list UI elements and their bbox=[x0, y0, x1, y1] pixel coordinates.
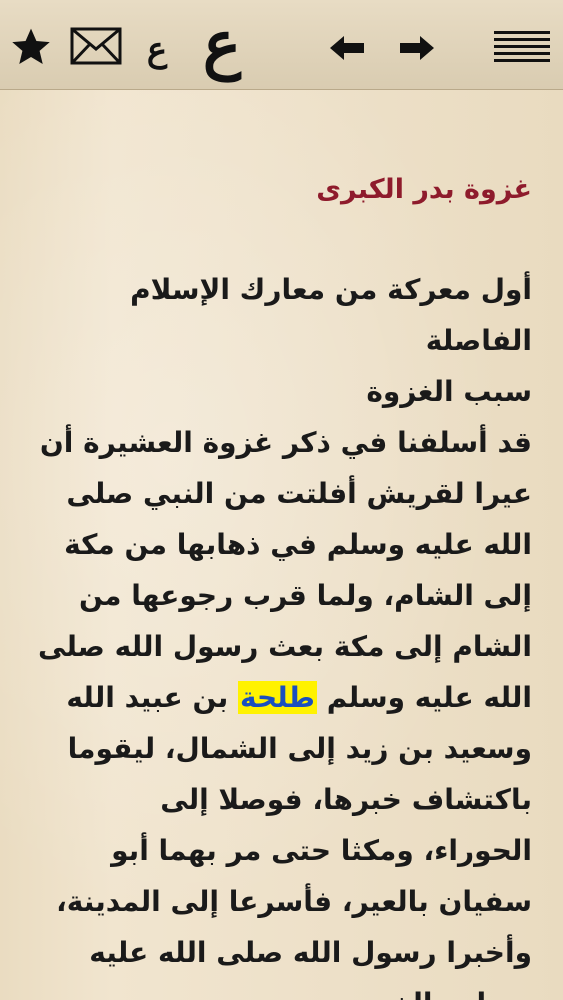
article-line: إلى الشام، ولما قرب رجوعها من bbox=[78, 579, 532, 612]
article-line: الحوراء، ومكثا حتى مر بهما أبو bbox=[111, 834, 532, 867]
next-button[interactable] bbox=[394, 28, 438, 68]
article-line: وسلم بالخبر. bbox=[32, 978, 532, 1000]
article-title: غزوة بدر الكبرى bbox=[316, 174, 532, 205]
hamburger-menu-icon bbox=[494, 31, 550, 62]
article-line: قد أسلفنا في ذكر غزوة العشيرة أن bbox=[39, 426, 532, 459]
font-decrease-button[interactable]: ع bbox=[140, 28, 174, 72]
mail-button[interactable] bbox=[66, 24, 126, 68]
arrow-right-icon bbox=[400, 36, 434, 60]
article-line: باكتشاف خبرها، فوصلا إلى bbox=[160, 783, 532, 816]
article-line: أول معركة من معارك الإسلام bbox=[130, 273, 532, 306]
article-page: غزوة بدر الكبرى أول معركة من معارك الإسل… bbox=[0, 90, 563, 1000]
article-line: الفاصلة bbox=[425, 324, 532, 357]
article-line: وأخبرا رسول الله صلى الله عليه bbox=[89, 936, 532, 969]
article-line: سفيان بالعير، فأسرعا إلى المدينة، bbox=[56, 885, 532, 918]
previous-button[interactable] bbox=[326, 28, 370, 68]
envelope-icon bbox=[70, 27, 122, 65]
star-icon bbox=[12, 28, 50, 64]
article-line-part: بن عبيد الله bbox=[66, 681, 229, 714]
menu-button[interactable] bbox=[492, 26, 552, 66]
toolbar: ع ع bbox=[0, 0, 563, 90]
article-body: أول معركة من معارك الإسلام الفاصلة سبب ا… bbox=[32, 264, 532, 1000]
font-small-glyph: ع bbox=[146, 30, 168, 70]
highlighted-term[interactable]: طلحة bbox=[237, 681, 317, 714]
article-line: وسعيد بن زيد إلى الشمال، ليقوما bbox=[67, 732, 532, 765]
article-line: الله عليه وسلم في ذهابها من مكة bbox=[64, 528, 532, 561]
font-large-glyph: ع bbox=[202, 7, 242, 82]
article-line: سبب الغزوة bbox=[366, 375, 532, 408]
article-line: الشام إلى مكة بعث رسول الله صلى bbox=[38, 630, 532, 663]
article-line-part: الله عليه وسلم bbox=[326, 681, 532, 714]
article-line: عيرا لقريش أفلتت من النبي صلى bbox=[66, 477, 532, 510]
article-line: الله عليه وسلم طلحة بن عبيد الله bbox=[32, 672, 532, 723]
font-increase-button[interactable]: ع bbox=[196, 6, 248, 84]
arrow-left-icon bbox=[330, 36, 364, 60]
favorite-button[interactable] bbox=[8, 24, 54, 70]
